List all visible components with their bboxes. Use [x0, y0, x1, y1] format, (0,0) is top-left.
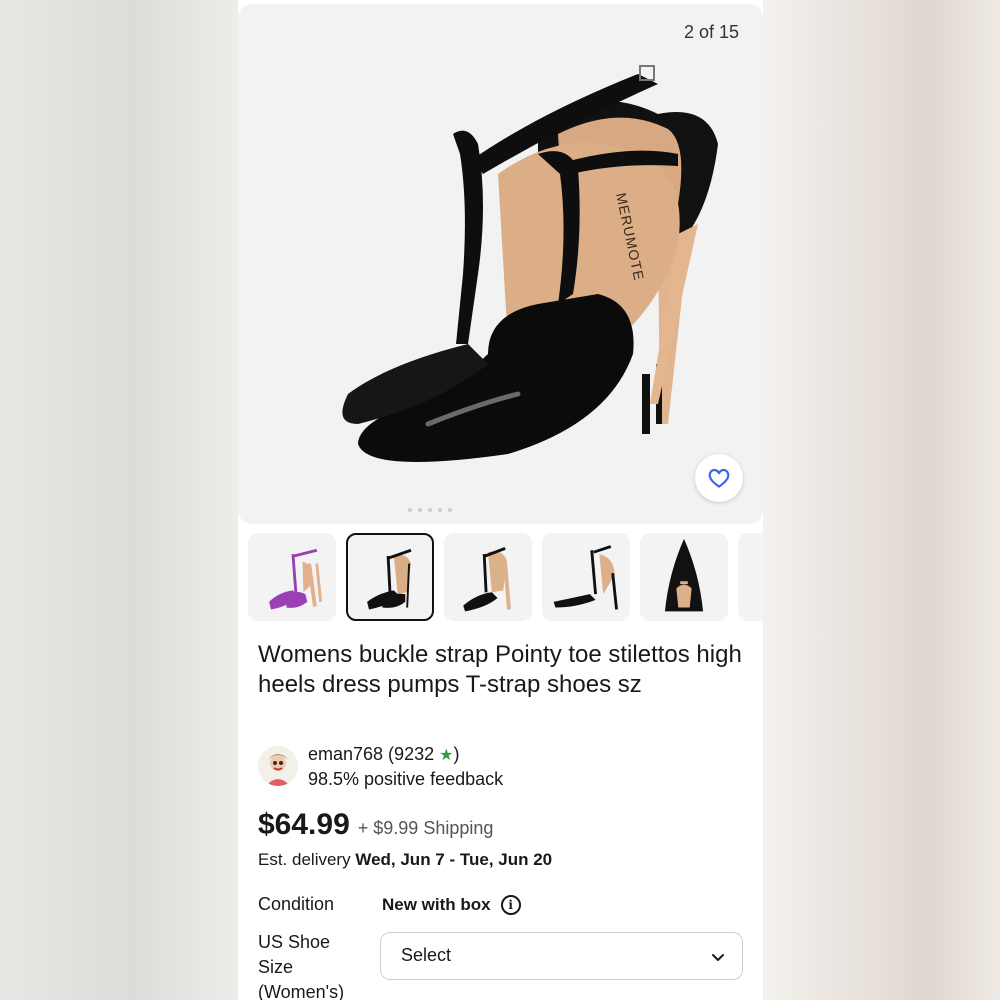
watchlist-button[interactable]	[695, 454, 743, 502]
size-select-value: Select	[401, 945, 452, 965]
star-icon: ★	[439, 747, 454, 764]
chevron-down-icon	[712, 954, 724, 961]
image-counter: 2 of 15	[669, 14, 753, 50]
seller-name-close: )	[453, 744, 460, 764]
image-pager-dots	[408, 508, 568, 514]
background-right	[760, 0, 1000, 1000]
seller-info[interactable]: eman768 (9232 ★) 98.5% positive feedback	[258, 742, 738, 792]
delivery-range: Wed, Jun 7 - Tue, Jun 20	[355, 850, 553, 869]
size-label: US Shoe Size (Women's)	[258, 930, 358, 1000]
condition-value: New with box i	[382, 895, 521, 915]
seller-feedback: 98.5% positive feedback	[308, 769, 504, 789]
size-label-line1: US Shoe	[258, 932, 331, 952]
price-row: $64.99 + $9.99 Shipping	[258, 808, 493, 848]
thumbnail-image	[553, 545, 618, 610]
size-label-line2: Size	[258, 957, 294, 977]
heart-icon	[708, 468, 730, 488]
shipping-cost: + $9.99 Shipping	[357, 818, 494, 838]
seller-avatar[interactable]	[258, 746, 298, 786]
thumbnail-black-heels-nude[interactable]	[444, 533, 532, 621]
seller-name[interactable]: eman768 (9232 ★)	[308, 744, 459, 765]
size-label-line3: (Women's)	[258, 982, 345, 1000]
price: $64.99	[258, 808, 350, 841]
product-image-gallery[interactable]: MERUMOTE 2 of 15	[238, 4, 763, 524]
listing-screen: MERUMOTE 2 of 15 Womens buckle strap Poi…	[238, 0, 763, 1000]
info-icon[interactable]: i	[500, 895, 521, 915]
delivery-estimate: Est. delivery Wed, Jun 7 - Tue, Jun 20	[258, 850, 552, 870]
background-left	[0, 0, 240, 1000]
thumbnail-image	[463, 547, 511, 612]
product-image: MERUMOTE	[342, 65, 718, 462]
thumbnail-image	[664, 538, 704, 612]
condition-label: Condition	[258, 894, 335, 914]
thumbnail-purple-heels[interactable]	[248, 533, 336, 621]
condition-text: New with box	[382, 895, 491, 914]
listing-title: Womens buckle strap Pointy toe stilettos…	[258, 641, 742, 698]
avatar-image	[258, 746, 298, 786]
thumbnail-strip[interactable]	[248, 533, 763, 621]
delivery-prefix: Est. delivery	[258, 850, 351, 869]
thumbnail-more[interactable]	[738, 533, 763, 621]
seller-name-text: eman768 (9232	[308, 744, 435, 764]
size-select[interactable]: Select	[380, 932, 743, 980]
thumbnail-black-heel-top[interactable]	[640, 533, 728, 621]
thumbnail-image	[269, 548, 323, 610]
thumbnail-black-heels-side[interactable]	[542, 533, 630, 621]
thumbnail-black-heels[interactable]	[346, 533, 434, 621]
thumbnail-image	[367, 548, 412, 610]
